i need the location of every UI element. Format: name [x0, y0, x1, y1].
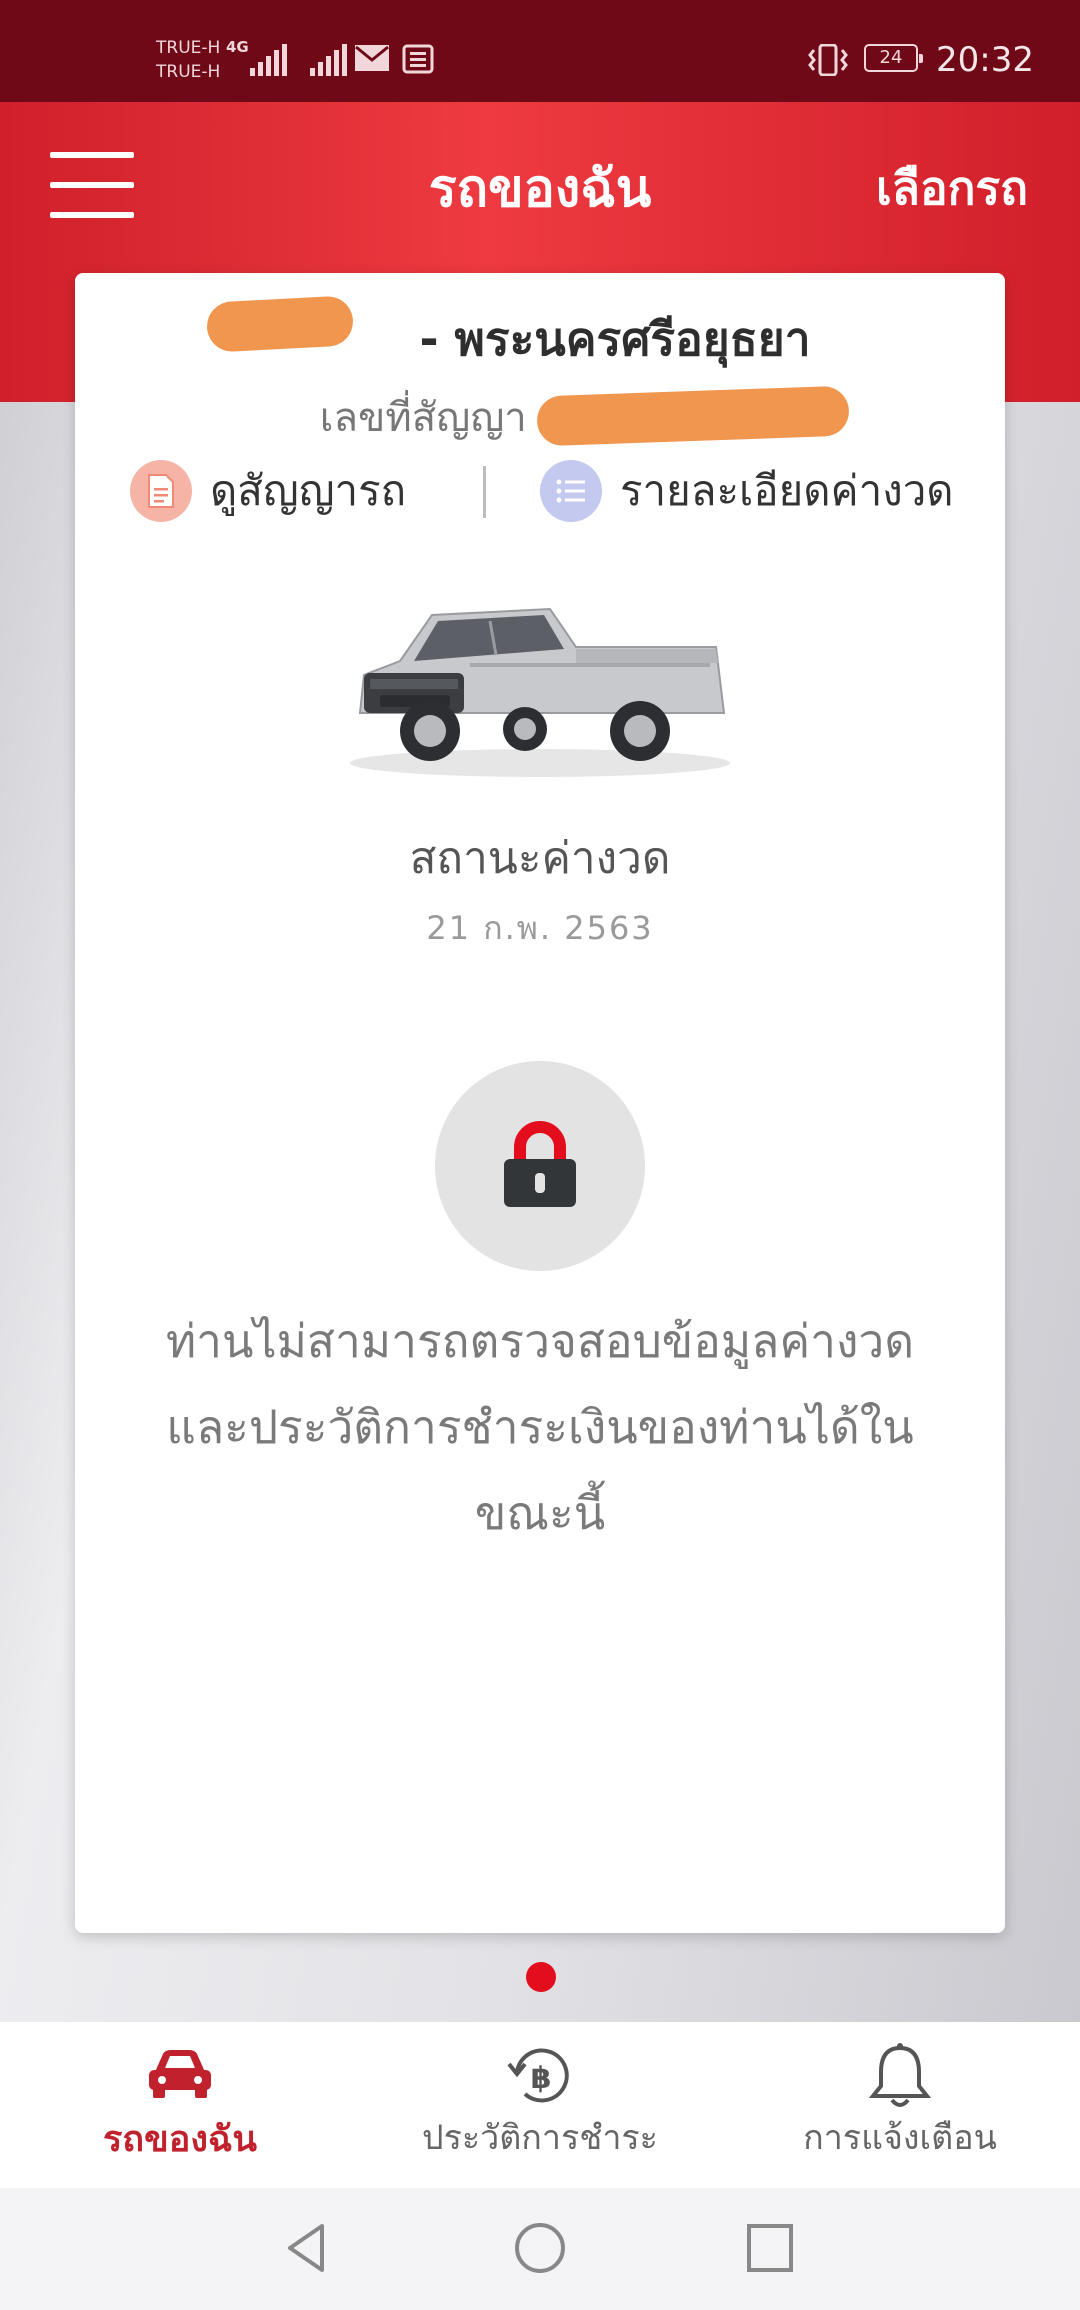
locked-message: ท่านไม่สามารถตรวจสอบข้อมูลค่างวด และประว… — [165, 1314, 915, 1540]
tab-my-car[interactable]: รถของฉัน — [30, 2022, 330, 2188]
car-title: - พระนครศรีอยุธยา — [75, 303, 1005, 376]
tab-payment-history[interactable]: ฿ ประวัติการชำระ — [390, 2022, 690, 2188]
status-title: สถานะค่างวด — [409, 833, 671, 884]
document-icon — [130, 460, 192, 522]
payment-history-icon: ฿ — [507, 2048, 569, 2103]
tab-label: การแจ้งเตือน — [803, 2118, 997, 2158]
battery-icon: 24 — [864, 44, 923, 72]
carrier-1: TRUE-H — [156, 38, 221, 58]
vibrate-icon — [808, 44, 848, 76]
car-card[interactable]: - พระนครศรีอยุธยา เลขที่สัญญา : ดูสัญญาร… — [75, 273, 1005, 1933]
car-province: - พระนครศรีอยุธยา — [419, 312, 811, 366]
installment-detail-link[interactable]: รายละเอียดค่างวด — [540, 458, 954, 524]
back-icon[interactable] — [282, 2220, 332, 2276]
status-date: 21 ก.พ. 2563 — [426, 909, 654, 947]
view-contract-link[interactable]: ดูสัญญารถ — [130, 458, 406, 524]
tab-label: ประวัติการชำระ — [422, 2118, 658, 2158]
lock-icon — [504, 1121, 576, 1207]
car-image — [350, 607, 730, 777]
recents-icon[interactable] — [744, 2220, 796, 2276]
tab-bar: รถของฉัน ฿ ประวัติการชำระ การแจ้งเตือน — [0, 2022, 1080, 2188]
clock: 20:32 — [936, 40, 1034, 80]
status-bar: TRUE-H TRUE-H 4G 24 20:32 — [0, 0, 1080, 102]
bell-icon — [868, 2043, 932, 2107]
network-type: 4G — [226, 38, 249, 56]
carrier-2: TRUE-H — [156, 62, 221, 82]
link-divider — [483, 466, 486, 518]
tab-notifications[interactable]: การแจ้งเตือน — [750, 2022, 1050, 2188]
news-icon — [402, 44, 434, 74]
signal-1-icon — [250, 44, 287, 76]
system-nav-bar — [0, 2188, 1080, 2310]
card-links: ดูสัญญารถ รายละเอียดค่างวด — [75, 458, 1005, 528]
lock-badge — [435, 1061, 645, 1271]
svg-text:฿: ฿ — [531, 2061, 552, 2096]
mail-icon — [355, 45, 389, 71]
page-indicator-dot — [526, 1962, 556, 1992]
select-car-button[interactable]: เลือกรถ — [876, 152, 1028, 225]
list-icon — [540, 460, 602, 522]
contract-label: เลขที่สัญญา : — [319, 395, 553, 441]
view-contract-label: ดูสัญญารถ — [210, 466, 407, 515]
car-icon — [149, 2050, 211, 2098]
carrier-labels: TRUE-H TRUE-H — [156, 36, 220, 84]
signal-2-icon — [310, 44, 347, 76]
installment-detail-label: รายละเอียดค่างวด — [620, 466, 954, 515]
tab-label: รถของฉัน — [102, 2119, 258, 2160]
home-icon[interactable] — [512, 2220, 568, 2276]
